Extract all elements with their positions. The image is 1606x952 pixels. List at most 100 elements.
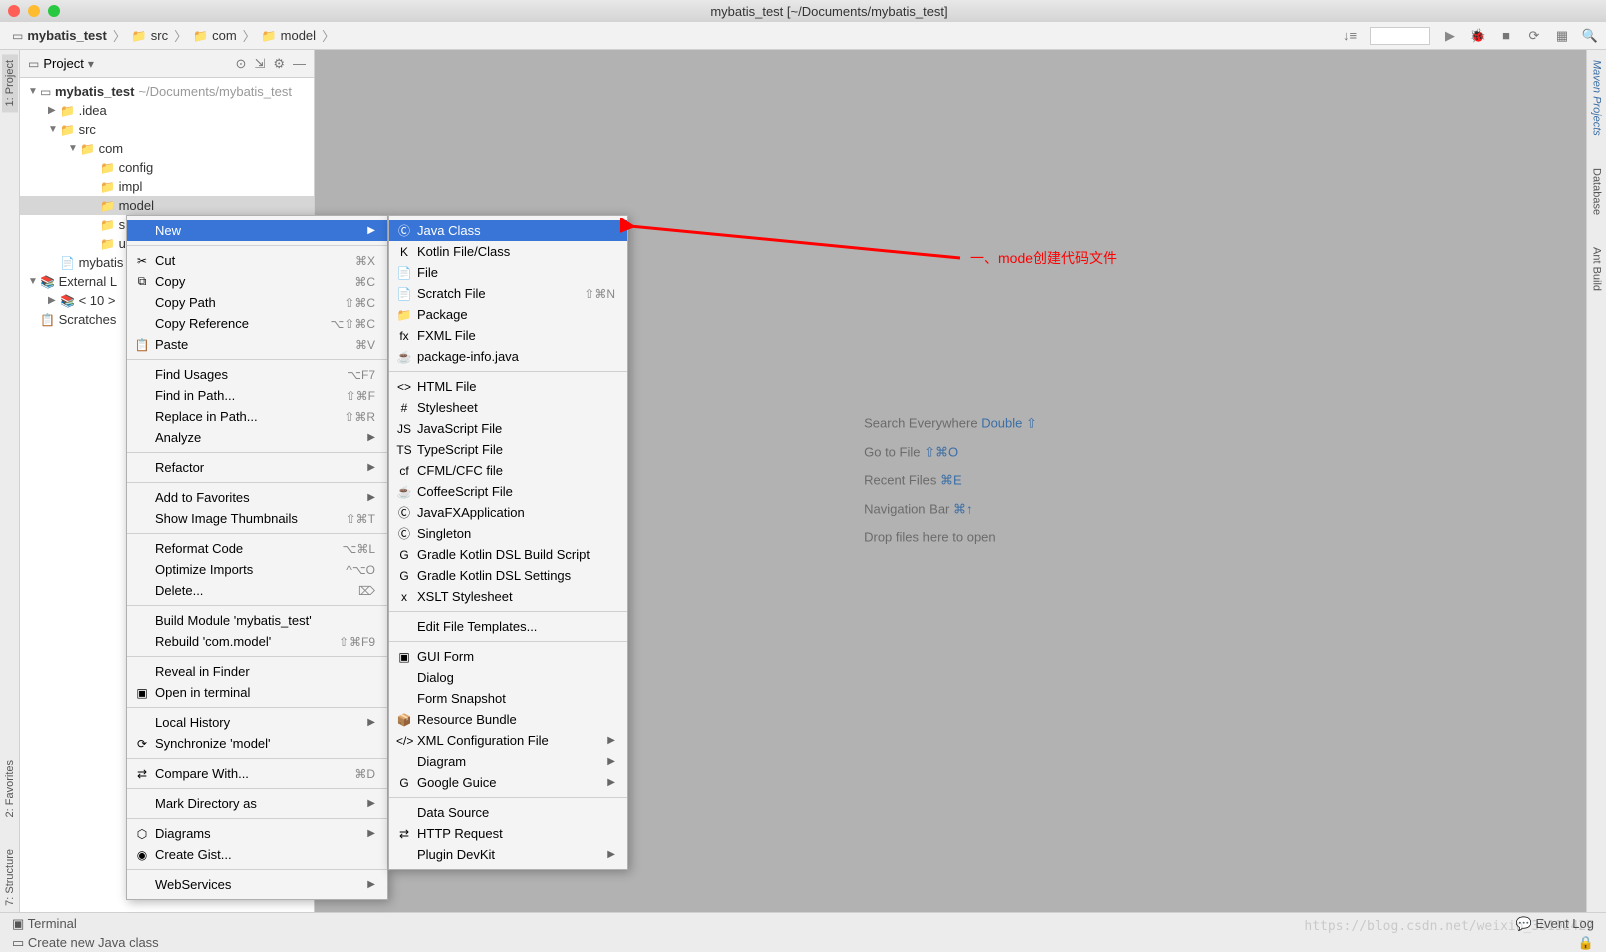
lock-icon[interactable]: 🔒 — [1578, 935, 1594, 951]
menu-diagrams[interactable]: ⬡Diagrams▶ — [127, 823, 387, 844]
menu-local-history[interactable]: Local History▶ — [127, 712, 387, 733]
submenu-resource-bundle[interactable]: 📦Resource Bundle — [389, 709, 627, 730]
menu-copy-path[interactable]: Copy Path⇧⌘C — [127, 292, 387, 313]
submenu-coffeescript-file[interactable]: ☕CoffeeScript File — [389, 481, 627, 502]
menu-reformat-code[interactable]: Reformat Code⌥⌘L — [127, 538, 387, 559]
tree-root[interactable]: ▼▭ mybatis_test~/Documents/mybatis_test — [20, 82, 314, 101]
submenu-xslt-stylesheet[interactable]: xXSLT Stylesheet — [389, 586, 627, 607]
debug-icon[interactable]: 🐞 — [1470, 28, 1486, 44]
breadcrumb-item-model[interactable]: 📁model — [258, 26, 320, 45]
submenu-package-info[interactable]: ☕package-info.java — [389, 346, 627, 367]
submenu-javascript-file[interactable]: JSJavaScript File — [389, 418, 627, 439]
gear-icon[interactable]: ⚙ — [273, 56, 285, 72]
submenu-http-request[interactable]: ⇄HTTP Request — [389, 823, 627, 844]
package-icon: 📁 — [396, 308, 412, 322]
menu-synchronize[interactable]: ⟳Synchronize 'model' — [127, 733, 387, 754]
tree-item-src[interactable]: ▼📁 src — [20, 120, 314, 139]
zoom-window-button[interactable] — [48, 5, 60, 17]
dropdown-icon[interactable]: ▾ — [88, 57, 94, 71]
menu-copy[interactable]: ⧉Copy⌘C — [127, 271, 387, 292]
html-icon: <> — [396, 380, 412, 394]
submenu-stylesheet[interactable]: #Stylesheet — [389, 397, 627, 418]
menu-rebuild[interactable]: Rebuild 'com.model'⇧⌘F9 — [127, 631, 387, 652]
menu-reveal-in-finder[interactable]: Reveal in Finder — [127, 661, 387, 682]
tree-item-idea[interactable]: ▶📁 .idea — [20, 101, 314, 120]
search-icon[interactable]: 🔍 — [1582, 28, 1598, 44]
menu-replace-in-path[interactable]: Replace in Path...⇧⌘R — [127, 406, 387, 427]
collapse-icon[interactable]: ⇲ — [254, 56, 265, 72]
submenu-html-file[interactable]: <>HTML File — [389, 376, 627, 397]
run-config-dropdown[interactable] — [1370, 27, 1430, 45]
menu-analyze[interactable]: Analyze▶ — [127, 427, 387, 448]
hint-key: ⌘↑ — [953, 501, 973, 516]
menu-refactor[interactable]: Refactor▶ — [127, 457, 387, 478]
breadcrumb-item-project[interactable]: ▭mybatis_test — [8, 26, 111, 45]
menu-cut[interactable]: ✂Cut⌘X — [127, 250, 387, 271]
submenu-form-snapshot[interactable]: Form Snapshot — [389, 688, 627, 709]
menu-create-gist[interactable]: ◉Create Gist... — [127, 844, 387, 865]
submenu-scratch-file[interactable]: 📄Scratch File⇧⌘N — [389, 283, 627, 304]
minimize-window-button[interactable] — [28, 5, 40, 17]
status-text: Create new Java class — [28, 935, 159, 950]
tree-label: mybatis_test — [55, 84, 134, 99]
submenu-fxml-file[interactable]: fxFXML File — [389, 325, 627, 346]
menu-add-to-favorites[interactable]: Add to Favorites▶ — [127, 487, 387, 508]
submenu-gui-form[interactable]: ▣GUI Form — [389, 646, 627, 667]
breadcrumb-item-com[interactable]: 📁com — [189, 26, 241, 45]
submenu-data-source[interactable]: Data Source — [389, 802, 627, 823]
tree-item-model[interactable]: 📁 model — [20, 196, 314, 215]
menu-optimize-imports[interactable]: Optimize Imports^⌥O — [127, 559, 387, 580]
right-tab-ant[interactable]: Ant Build — [1589, 241, 1605, 297]
bottom-tab-terminal[interactable]: ▣ Terminal — [12, 916, 77, 932]
submenu-xml-config[interactable]: </>XML Configuration File▶ — [389, 730, 627, 751]
layout-icon[interactable]: ▦ — [1554, 28, 1570, 44]
submenu-gradle-settings[interactable]: GGradle Kotlin DSL Settings — [389, 565, 627, 586]
submenu-plugin-devkit[interactable]: Plugin DevKit▶ — [389, 844, 627, 865]
menu-delete[interactable]: Delete...⌦ — [127, 580, 387, 601]
submenu-java-class[interactable]: ⒸJava Class — [389, 220, 627, 241]
close-window-button[interactable] — [8, 5, 20, 17]
left-tab-favorites[interactable]: 2: Favorites — [2, 754, 18, 823]
menu-webservices[interactable]: WebServices▶ — [127, 874, 387, 895]
submenu-package[interactable]: 📁Package — [389, 304, 627, 325]
tree-item-impl[interactable]: 📁 impl — [20, 177, 314, 196]
run-icon[interactable]: ▶ — [1442, 28, 1458, 44]
hide-icon[interactable]: — — [293, 56, 306, 72]
submenu-diagram[interactable]: Diagram▶ — [389, 751, 627, 772]
tree-item-config[interactable]: 📁 config — [20, 158, 314, 177]
submenu-singleton[interactable]: ⒸSingleton — [389, 523, 627, 544]
left-tab-project[interactable]: 1: Project — [2, 54, 18, 112]
sync-icon: ⟳ — [134, 737, 150, 751]
right-tab-maven[interactable]: Maven Projects — [1589, 54, 1605, 142]
menu-show-image-thumbnails[interactable]: Show Image Thumbnails⇧⌘T — [127, 508, 387, 529]
left-tab-structure[interactable]: 7: Structure — [2, 843, 18, 912]
menu-open-in-terminal[interactable]: ▣Open in terminal — [127, 682, 387, 703]
class-icon: Ⓒ — [396, 504, 412, 521]
menu-new[interactable]: New▶ — [127, 220, 387, 241]
css-icon: # — [396, 401, 412, 415]
scroll-to-icon[interactable]: ⊙ — [236, 56, 247, 72]
menu-find-in-path[interactable]: Find in Path...⇧⌘F — [127, 385, 387, 406]
submenu-google-guice[interactable]: GGoogle Guice▶ — [389, 772, 627, 793]
menu-mark-directory-as[interactable]: Mark Directory as▶ — [127, 793, 387, 814]
submenu-kotlin-file[interactable]: KKotlin File/Class — [389, 241, 627, 262]
right-tab-database[interactable]: Database — [1589, 162, 1605, 221]
menu-copy-reference[interactable]: Copy Reference⌥⇧⌘C — [127, 313, 387, 334]
menu-find-usages[interactable]: Find Usages⌥F7 — [127, 364, 387, 385]
submenu-edit-file-templates[interactable]: Edit File Templates... — [389, 616, 627, 637]
submenu-gradle-build[interactable]: GGradle Kotlin DSL Build Script — [389, 544, 627, 565]
menu-compare-with[interactable]: ⇄Compare With...⌘D — [127, 763, 387, 784]
tree-item-com[interactable]: ▼📁 com — [20, 139, 314, 158]
submenu-javafx-app[interactable]: ⒸJavaFXApplication — [389, 502, 627, 523]
submenu-typescript-file[interactable]: TSTypeScript File — [389, 439, 627, 460]
submenu-dialog[interactable]: Dialog — [389, 667, 627, 688]
stop-icon[interactable]: ■ — [1498, 28, 1514, 44]
submenu-cfml-file[interactable]: cfCFML/CFC file — [389, 460, 627, 481]
build-icon[interactable]: ↓≡ — [1342, 28, 1358, 44]
window-title: mybatis_test [~/Documents/mybatis_test] — [60, 4, 1598, 19]
menu-paste[interactable]: 📋Paste⌘V — [127, 334, 387, 355]
breadcrumb-item-src[interactable]: 📁src — [128, 26, 172, 45]
submenu-file[interactable]: 📄File — [389, 262, 627, 283]
menu-build-module[interactable]: Build Module 'mybatis_test' — [127, 610, 387, 631]
update-icon[interactable]: ⟳ — [1526, 28, 1542, 44]
